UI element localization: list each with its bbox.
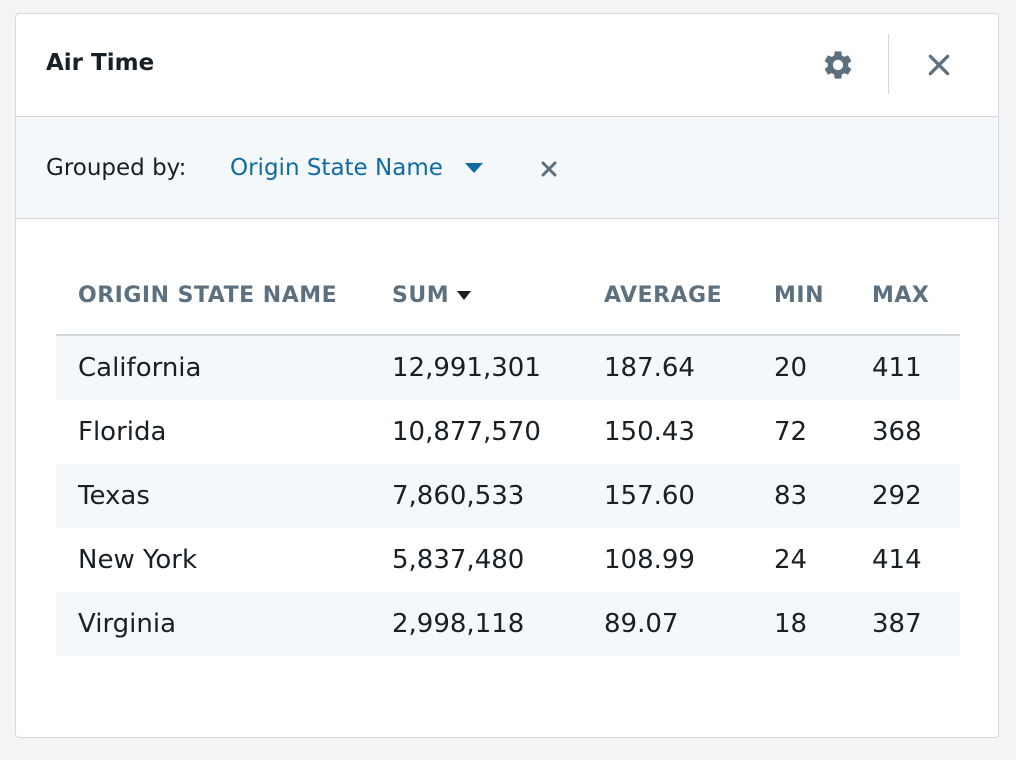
cell-state: Florida <box>78 417 167 447</box>
cell-state: California <box>56 335 370 400</box>
cell-min: 72 <box>774 417 808 447</box>
results-table: ORIGIN STATE NAME SUM AVERAGE MIN MAX Ca… <box>56 256 960 656</box>
close-icon[interactable] <box>926 52 952 78</box>
cell-max: 368 <box>872 417 922 447</box>
table-row: Virginia 2,998,118 89.07 18 387 <box>56 592 960 656</box>
column-header-max[interactable]: MAX <box>850 256 960 336</box>
group-by-bar: Grouped by: Origin State Name <box>16 117 998 219</box>
table-row: New York 5,837,480 108.99 24 414 <box>56 528 960 592</box>
cell-max: 387 <box>850 592 960 656</box>
cell-state: Virginia <box>56 592 370 656</box>
column-header-min[interactable]: MIN <box>752 256 850 336</box>
cell-sum: 7,860,533 <box>370 464 582 528</box>
panel-title: Air Time <box>46 50 155 76</box>
cell-state: Texas <box>56 464 370 528</box>
table-row: California 12,991,301 187.64 20 411 <box>56 335 960 400</box>
cell-average: 108.99 <box>604 545 695 575</box>
group-by-value: Origin State Name <box>230 155 443 181</box>
column-header-origin-state-name[interactable]: ORIGIN STATE NAME <box>56 256 370 336</box>
column-header-average[interactable]: AVERAGE <box>582 256 752 336</box>
grouped-by-label: Grouped by: <box>46 155 187 181</box>
table-header-row: ORIGIN STATE NAME SUM AVERAGE MIN MAX <box>56 256 960 336</box>
cell-average: 89.07 <box>582 592 752 656</box>
cell-max: 414 <box>872 545 922 575</box>
cell-sum: 10,877,570 <box>392 417 541 447</box>
cell-max: 292 <box>850 464 960 528</box>
column-header-sum-label: SUM <box>392 282 450 308</box>
air-time-panel: Air Time Grouped by: Origin State Name O… <box>15 13 999 738</box>
panel-header: Air Time <box>16 14 998 117</box>
header-divider <box>888 34 889 94</box>
cell-min: 83 <box>752 464 850 528</box>
column-header-sum[interactable]: SUM <box>370 256 582 336</box>
table-row: Florida 10,877,570 150.43 72 368 <box>56 400 960 464</box>
cell-min: 24 <box>774 545 808 575</box>
cell-min: 20 <box>752 335 850 400</box>
cell-sum: 12,991,301 <box>370 335 582 400</box>
remove-grouping-icon[interactable] <box>539 159 559 179</box>
gear-icon[interactable] <box>821 48 855 82</box>
table-row: Texas 7,860,533 157.60 83 292 <box>56 464 960 528</box>
cell-average: 157.60 <box>582 464 752 528</box>
cell-max: 411 <box>850 335 960 400</box>
cell-average: 187.64 <box>582 335 752 400</box>
cell-state: New York <box>78 545 198 575</box>
cell-average: 150.43 <box>604 417 695 447</box>
caret-down-icon <box>464 163 483 173</box>
cell-min: 18 <box>752 592 850 656</box>
group-by-dropdown[interactable]: Origin State Name <box>230 155 483 181</box>
cell-sum: 5,837,480 <box>392 545 525 575</box>
cell-sum: 2,998,118 <box>370 592 582 656</box>
sort-descending-icon <box>457 291 472 300</box>
